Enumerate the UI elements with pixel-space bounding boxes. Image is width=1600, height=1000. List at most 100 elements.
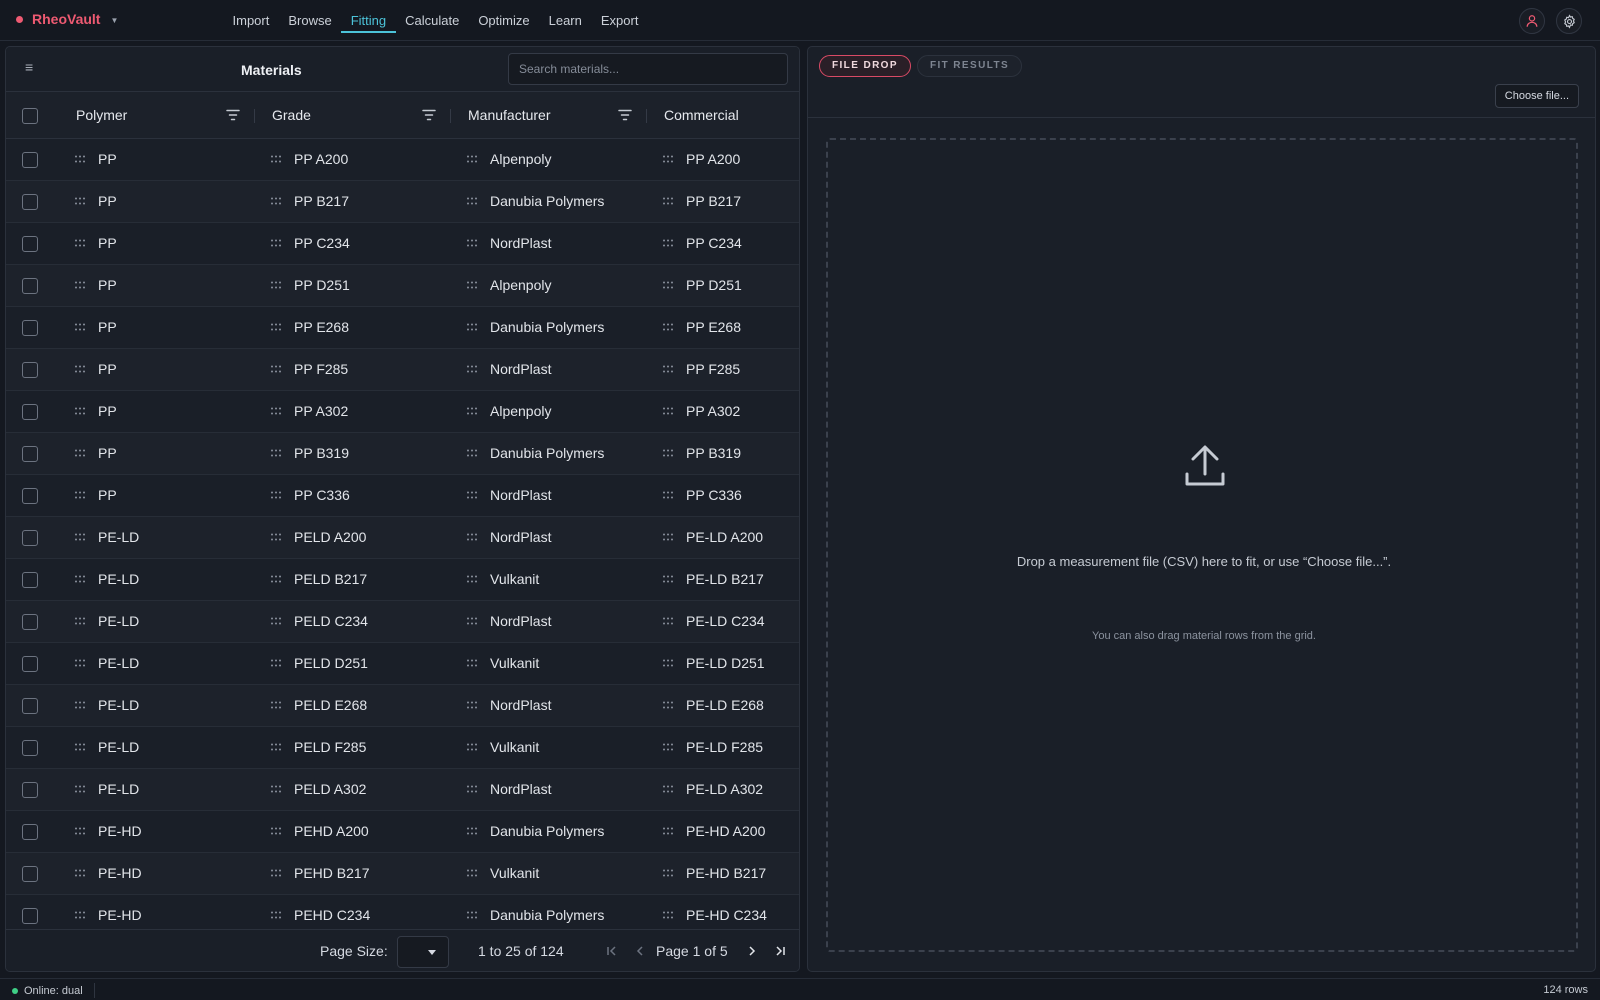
drag-handle-icon[interactable] — [662, 407, 674, 415]
drag-handle-icon[interactable] — [74, 743, 86, 751]
search-materials-input[interactable] — [508, 53, 788, 85]
column-header-polymer[interactable]: Polymer — [76, 92, 127, 139]
next-page-button[interactable] — [744, 942, 760, 960]
table-row[interactable]: PP PP C234 NordPlast PP C234 — [6, 223, 799, 265]
column-header-manufacturer[interactable]: Manufacturer — [468, 92, 550, 139]
app-brand[interactable]: RheoVault ▼ — [16, 11, 118, 27]
drag-handle-icon[interactable] — [270, 155, 282, 163]
drag-handle-icon[interactable] — [466, 659, 478, 667]
drag-handle-icon[interactable] — [74, 869, 86, 877]
drag-handle-icon[interactable] — [662, 575, 674, 583]
drag-handle-icon[interactable] — [662, 533, 674, 541]
drag-handle-icon[interactable] — [74, 491, 86, 499]
table-row[interactable]: PP PP C336 NordPlast PP C336 — [6, 475, 799, 517]
column-header-commercial[interactable]: Commercial — [664, 92, 739, 139]
drag-handle-icon[interactable] — [466, 281, 478, 289]
drag-handle-icon[interactable] — [270, 701, 282, 709]
table-row[interactable]: PE-LD PELD A302 NordPlast PE-LD A302 — [6, 769, 799, 811]
nav-item-optimize[interactable]: Optimize — [469, 0, 539, 41]
drag-handle-icon[interactable] — [662, 281, 674, 289]
drag-handle-icon[interactable] — [466, 743, 478, 751]
drag-handle-icon[interactable] — [662, 869, 674, 877]
drag-handle-icon[interactable] — [662, 911, 674, 919]
drag-handle-icon[interactable] — [466, 197, 478, 205]
grid-body[interactable]: PP PP A200 Alpenpoly PP A200 PP PP B217 Danubi… — [6, 139, 799, 929]
drag-handle-icon[interactable] — [74, 533, 86, 541]
drag-handle-icon[interactable] — [74, 449, 86, 457]
table-row[interactable]: PE-LD PELD E268 NordPlast PE-LD E268 — [6, 685, 799, 727]
last-page-button[interactable] — [772, 942, 788, 960]
drag-handle-icon[interactable] — [466, 365, 478, 373]
filter-icon[interactable] — [226, 109, 240, 121]
drag-handle-icon[interactable] — [74, 155, 86, 163]
row-checkbox[interactable] — [22, 362, 38, 378]
table-row[interactable]: PP PP A200 Alpenpoly PP A200 — [6, 139, 799, 181]
row-checkbox[interactable] — [22, 614, 38, 630]
row-checkbox[interactable] — [22, 656, 38, 672]
drag-handle-icon[interactable] — [270, 785, 282, 793]
drag-handle-icon[interactable] — [466, 491, 478, 499]
drag-handle-icon[interactable] — [466, 323, 478, 331]
drag-handle-icon[interactable] — [74, 617, 86, 625]
row-checkbox[interactable] — [22, 404, 38, 420]
table-row[interactable]: PP PP D251 Alpenpoly PP D251 — [6, 265, 799, 307]
drag-handle-icon[interactable] — [270, 869, 282, 877]
filter-icon[interactable] — [618, 109, 632, 121]
row-checkbox[interactable] — [22, 194, 38, 210]
select-all-checkbox[interactable] — [22, 108, 38, 124]
drag-handle-icon[interactable] — [466, 155, 478, 163]
drag-handle-icon[interactable] — [74, 701, 86, 709]
drag-handle-icon[interactable] — [74, 659, 86, 667]
table-row[interactable]: PE-LD PELD B217 Vulkanit PE-LD B217 — [6, 559, 799, 601]
drag-handle-icon[interactable] — [662, 617, 674, 625]
drag-handle-icon[interactable] — [662, 701, 674, 709]
drag-handle-icon[interactable] — [74, 407, 86, 415]
drag-handle-icon[interactable] — [466, 533, 478, 541]
drag-handle-icon[interactable] — [270, 659, 282, 667]
drag-handle-icon[interactable] — [74, 785, 86, 793]
drag-handle-icon[interactable] — [270, 323, 282, 331]
row-checkbox[interactable] — [22, 824, 38, 840]
drag-handle-icon[interactable] — [270, 491, 282, 499]
column-resize-handle[interactable] — [450, 109, 451, 123]
table-row[interactable]: PE-LD PELD F285 Vulkanit PE-LD F285 — [6, 727, 799, 769]
drag-handle-icon[interactable] — [662, 155, 674, 163]
table-row[interactable]: PP PP A302 Alpenpoly PP A302 — [6, 391, 799, 433]
drag-handle-icon[interactable] — [74, 239, 86, 247]
drag-handle-icon[interactable] — [662, 323, 674, 331]
drag-handle-icon[interactable] — [466, 239, 478, 247]
table-row[interactable]: PE-HD PEHD A200 Danubia Polymers PE-HD A200 — [6, 811, 799, 853]
drag-handle-icon[interactable] — [662, 239, 674, 247]
drag-handle-icon[interactable] — [74, 197, 86, 205]
table-row[interactable]: PE-HD PEHD B217 Vulkanit PE-HD B217 — [6, 853, 799, 895]
choose-file-button[interactable]: Choose file... — [1494, 84, 1579, 108]
nav-item-calculate[interactable]: Calculate — [396, 0, 469, 41]
drag-handle-icon[interactable] — [270, 617, 282, 625]
drag-handle-icon[interactable] — [270, 239, 282, 247]
row-checkbox[interactable] — [22, 446, 38, 462]
drag-handle-icon[interactable] — [662, 827, 674, 835]
drag-handle-icon[interactable] — [270, 743, 282, 751]
brand-dropdown-caret-icon[interactable]: ▼ — [110, 16, 118, 25]
row-checkbox[interactable] — [22, 908, 38, 924]
drag-handle-icon[interactable] — [466, 701, 478, 709]
drag-handle-icon[interactable] — [74, 575, 86, 583]
nav-item-import[interactable]: Import — [223, 0, 279, 41]
drag-handle-icon[interactable] — [270, 827, 282, 835]
nav-item-learn[interactable]: Learn — [539, 0, 591, 41]
nav-item-export[interactable]: Export — [591, 0, 648, 41]
drag-handle-icon[interactable] — [74, 323, 86, 331]
previous-page-button[interactable] — [632, 942, 648, 960]
table-row[interactable]: PE-LD PELD A200 NordPlast PE-LD A200 — [6, 517, 799, 559]
drag-handle-icon[interactable] — [662, 659, 674, 667]
nav-item-fitting[interactable]: Fitting — [341, 0, 397, 41]
table-row[interactable]: PP PP F285 NordPlast PP F285 — [6, 349, 799, 391]
table-row[interactable]: PP PP B319 Danubia Polymers PP B319 — [6, 433, 799, 475]
row-checkbox[interactable] — [22, 278, 38, 294]
user-button[interactable] — [1519, 8, 1545, 34]
drag-handle-icon[interactable] — [662, 449, 674, 457]
file-drop-zone[interactable]: Drop a measurement file (CSV) here to fi… — [826, 138, 1578, 952]
row-checkbox[interactable] — [22, 320, 38, 336]
table-row[interactable]: PP PP B217 Danubia Polymers PP B217 — [6, 181, 799, 223]
drag-handle-icon[interactable] — [270, 533, 282, 541]
